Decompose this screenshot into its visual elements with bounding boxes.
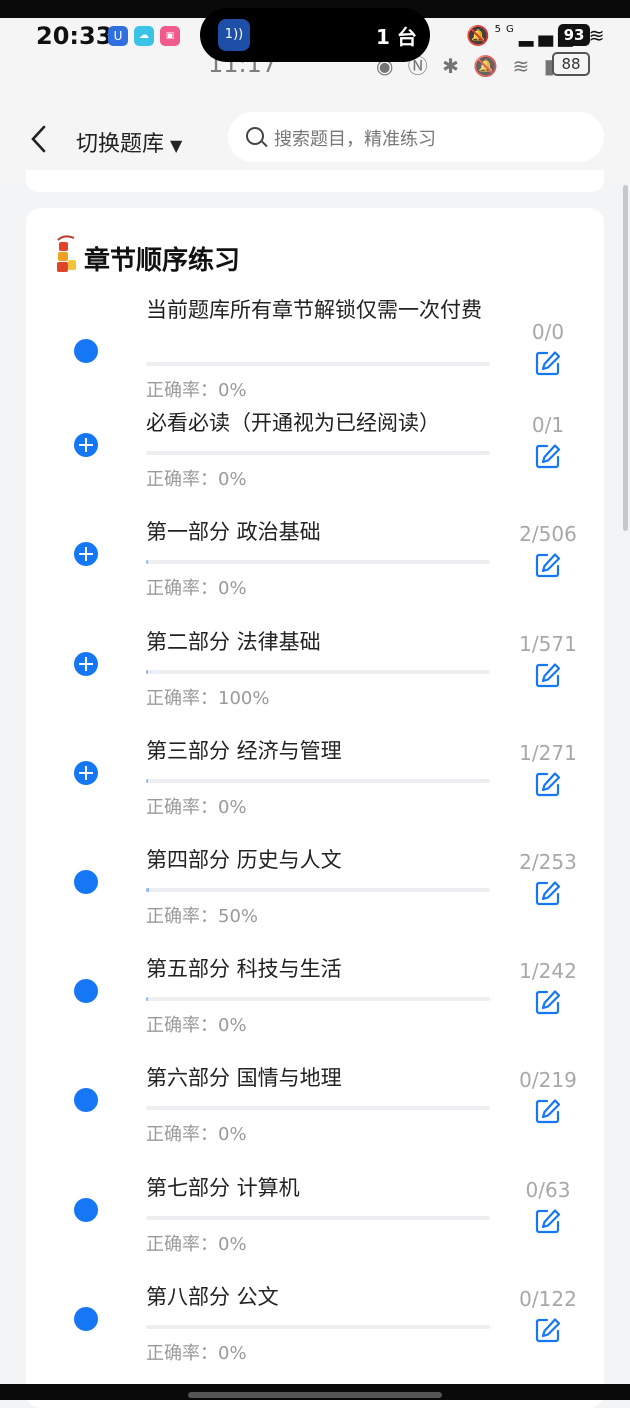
previous-card-edge [26, 170, 604, 192]
chapter-row[interactable]: 必看必读（开通视为已经阅读） 正确率：0% 0/1 [0, 405, 630, 514]
chapter-accuracy: 正确率：50% [146, 906, 259, 927]
chapter-accuracy: 正确率：0% [146, 797, 247, 818]
chapter-name: 第一部分 政治基础 [146, 520, 321, 544]
chapter-row[interactable]: 第四部分 历史与人文 正确率：50% 2/253 [0, 842, 630, 951]
chapter-progress-bar [146, 670, 490, 674]
chapter-accuracy: 正确率：0% [146, 1234, 247, 1255]
chapter-name: 第三部分 经济与管理 [146, 739, 342, 763]
chevron-left-icon [31, 125, 46, 153]
chapter-accuracy: 正确率：100% [146, 688, 270, 709]
status-time: 20:33 [36, 22, 113, 50]
edit-icon[interactable] [535, 880, 561, 906]
edit-icon[interactable] [535, 552, 561, 578]
chapter-name: 第六部分 国情与地理 [146, 1066, 342, 1090]
section-title: 章节顺序练习 [84, 246, 241, 276]
caret-down-icon: ▼ [170, 135, 183, 155]
edit-icon[interactable] [535, 350, 561, 376]
expand-plus-icon[interactable] [74, 542, 98, 566]
edit-icon[interactable] [535, 771, 561, 797]
app-notification-icon: U [108, 26, 128, 46]
chapter-row[interactable]: 第八部分 公文 正确率：0% 0/122 [0, 1279, 630, 1388]
chapter-name: 第四部分 历史与人文 [146, 848, 342, 872]
edit-icon[interactable] [535, 443, 561, 469]
chapter-dot-icon [74, 1088, 98, 1112]
chapter-progress-fill [146, 997, 148, 1001]
switch-bank-label: 切换题库 [76, 132, 165, 157]
chapter-count: 1/571 [519, 632, 577, 656]
chapter-progress-bar [146, 997, 490, 1001]
chapter-progress-bar [146, 451, 490, 455]
chapter-progress-fill [146, 670, 148, 674]
chapter-count: 0/1 [531, 413, 565, 437]
chapter-dot-icon [74, 339, 98, 363]
ghost-battery-icon: 88 [552, 52, 590, 76]
chapter-progress-bar [146, 1106, 490, 1110]
cloud-icon: ☁ [134, 26, 154, 46]
battery-icon: 93 [558, 24, 590, 46]
switch-bank-button[interactable]: 切换题库 ▼ [76, 126, 182, 158]
island-text: 1 台 [376, 25, 417, 49]
chapter-count: 0/122 [519, 1287, 577, 1311]
chapter-count: 1/242 [519, 959, 577, 983]
chapter-accuracy: 正确率：0% [146, 469, 247, 490]
chapter-name: 当前题库所有章节解锁仅需一次付费 [146, 298, 482, 322]
chapter-name: 第七部分 计算机 [146, 1176, 300, 1200]
chapter-count: 2/253 [519, 850, 577, 874]
expand-plus-icon[interactable] [74, 761, 98, 785]
chapter-count: 0/219 [519, 1068, 577, 1092]
chapter-progress-bar [146, 362, 490, 366]
chapter-accuracy: 正确率：0% [146, 380, 247, 401]
app-badge-icon: ▣ [160, 26, 180, 46]
home-indicator[interactable] [188, 1392, 442, 1398]
chapter-progress-bar [146, 779, 490, 783]
chapter-progress-fill [146, 779, 148, 783]
chapter-dot-icon [74, 1198, 98, 1222]
back-button[interactable] [30, 124, 48, 160]
chapter-count: 2/506 [519, 522, 577, 546]
edit-icon[interactable] [535, 1317, 561, 1343]
edit-icon[interactable] [535, 1098, 561, 1124]
edit-icon[interactable] [535, 1208, 561, 1234]
chapter-row[interactable]: 第五部分 科技与生活 正确率：0% 1/242 [0, 951, 630, 1060]
chapter-accuracy: 正确率：0% [146, 1124, 247, 1145]
chapter-progress-bar [146, 888, 490, 892]
chapter-count: 1/271 [519, 741, 577, 765]
chapter-dot-icon [74, 1307, 98, 1331]
search-placeholder: 搜索题目，精准练习 [274, 129, 436, 150]
chapter-name: 第二部分 法律基础 [146, 630, 321, 654]
firecracker-icon [57, 235, 76, 272]
chapter-progress-bar [146, 1325, 490, 1329]
chapter-row[interactable]: 当前题库所有章节解锁仅需一次付费 正确率：0% 0/0 [0, 296, 630, 405]
chapter-row[interactable]: 第三部分 经济与管理 正确率：0% 1/271 [0, 733, 630, 842]
chapter-progress-bar [146, 560, 490, 564]
chapter-progress-fill [146, 560, 148, 564]
chapter-name: 第五部分 科技与生活 [146, 957, 342, 981]
chapter-row[interactable]: 第一部分 政治基础 正确率：0% 2/506 [0, 514, 630, 623]
search-input[interactable]: 搜索题目，精准练习 [228, 112, 604, 162]
edit-icon[interactable] [535, 662, 561, 688]
expand-plus-icon[interactable] [74, 433, 98, 457]
chapter-accuracy: 正确率：0% [146, 1343, 247, 1364]
nfc-icon: 1)) [218, 19, 250, 51]
chapter-dot-icon [74, 979, 98, 1003]
edit-icon[interactable] [535, 989, 561, 1015]
chapter-accuracy: 正确率：0% [146, 1015, 247, 1036]
chapter-count: 0/63 [525, 1178, 571, 1202]
chapter-progress-bar [146, 1216, 490, 1220]
chapter-row[interactable]: 第七部分 计算机 正确率：0% 0/63 [0, 1170, 630, 1279]
dynamic-island[interactable]: 1)) 1 台 [200, 8, 430, 62]
chapter-count: 0/0 [531, 320, 565, 344]
chapter-dot-icon [74, 870, 98, 894]
search-icon [246, 127, 264, 145]
chapter-row[interactable]: 第二部分 法律基础 正确率：100% 1/571 [0, 624, 630, 733]
chapter-name: 第八部分 公文 [146, 1285, 279, 1309]
chapter-name: 必看必读（开通视为已经阅读） [146, 411, 440, 435]
chapter-accuracy: 正确率：0% [146, 578, 247, 599]
chapter-row[interactable]: 第六部分 国情与地理 正确率：0% 0/219 [0, 1060, 630, 1169]
chapter-progress-fill [146, 888, 149, 892]
expand-plus-icon[interactable] [74, 652, 98, 676]
